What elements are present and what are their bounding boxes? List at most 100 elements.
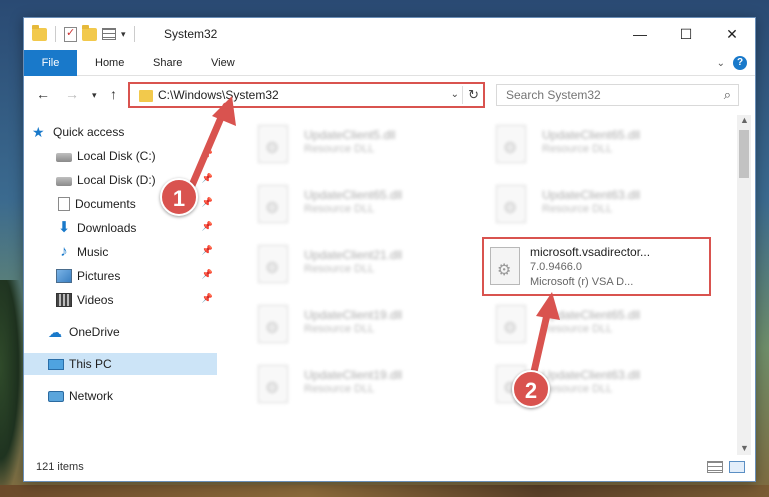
file-item[interactable]: UpdateClient63.dll Resource DLL: [482, 179, 702, 231]
maximize-button[interactable]: ☐: [663, 18, 709, 50]
file-name: UpdateClient21.dll: [304, 248, 403, 262]
pin-icon[interactable]: 📌: [202, 221, 213, 232]
sidebar-item-pictures[interactable]: Pictures 📌: [24, 265, 217, 287]
forward-arrow-icon[interactable]: →: [65, 86, 79, 102]
address-dropdown-icon[interactable]: ⌄: [451, 89, 459, 100]
dll-file-icon: [490, 247, 520, 285]
sidebar-item-label: Quick access: [53, 125, 125, 139]
scroll-down-icon[interactable]: ▼: [740, 443, 749, 453]
file-type: Resource DLL: [542, 203, 613, 215]
sidebar-item-onedrive[interactable]: ☁ OneDrive: [24, 321, 217, 343]
expand-ribbon-icon[interactable]: ⌄: [717, 58, 725, 69]
sidebar-item-label: Local Disk (C:): [77, 149, 156, 163]
sidebar-item-label: Documents: [75, 197, 136, 211]
scroll-up-icon[interactable]: ▲: [740, 115, 749, 125]
sidebar-item-label: Downloads: [77, 221, 137, 235]
search-box[interactable]: ⌕: [496, 84, 739, 106]
refresh-icon[interactable]: ↻: [468, 87, 479, 103]
view-icon[interactable]: [102, 28, 116, 40]
file-item[interactable]: UpdateClient19.dll Resource DLL: [244, 359, 464, 411]
back-arrow-icon[interactable]: ←: [36, 86, 50, 102]
file-item[interactable]: UpdateClient65.dll Resource DLL: [482, 119, 702, 171]
pin-icon[interactable]: 📌: [202, 245, 213, 256]
music-icon: ♪: [60, 243, 68, 260]
sidebar-item-network[interactable]: Network: [24, 385, 217, 407]
pin-icon[interactable]: 📌: [202, 149, 213, 160]
dll-file-icon: [496, 125, 526, 163]
search-icon[interactable]: ⌕: [724, 87, 731, 103]
customize-toolbar-icon[interactable]: ▾: [121, 29, 126, 40]
address-separator: [462, 86, 463, 104]
view-toggle: [707, 461, 745, 473]
drive-icon: [56, 177, 72, 186]
pin-icon[interactable]: 📌: [202, 293, 213, 304]
tab-share[interactable]: Share: [153, 50, 182, 76]
file-item[interactable]: UpdateClient19.dll Resource DLL: [244, 299, 464, 351]
sidebar-item-videos[interactable]: Videos 📌: [24, 289, 217, 311]
file-item[interactable]: UpdateClient5.dll Resource DLL: [244, 119, 464, 171]
sidebar-item-quick-access[interactable]: ★ Quick access: [32, 121, 225, 143]
details-view-icon[interactable]: [707, 461, 723, 473]
pin-icon[interactable]: 📌: [202, 197, 213, 208]
file-version: 7.0.9466.0: [530, 261, 582, 273]
vertical-scrollbar[interactable]: ▲ ▼: [737, 115, 751, 455]
tab-file[interactable]: File: [24, 50, 77, 76]
pictures-icon: [56, 269, 72, 283]
file-name: microsoft.vsadirector...: [530, 245, 651, 259]
documents-icon: [58, 197, 70, 211]
dll-file-icon: [258, 245, 288, 283]
tab-home[interactable]: Home: [95, 50, 124, 76]
file-type: Resource DLL: [304, 143, 375, 155]
search-input[interactable]: [506, 88, 706, 102]
highlighted-file-item[interactable]: microsoft.vsadirector... 7.0.9466.0 Micr…: [482, 237, 711, 296]
help-icon[interactable]: ?: [733, 56, 747, 70]
dll-file-icon: [258, 365, 288, 403]
sidebar-item-label: Network: [69, 389, 114, 403]
navigation-pane: ★ Quick access Local Disk (C:) 📌 Local D…: [24, 115, 217, 455]
large-icons-view-icon[interactable]: [729, 461, 745, 473]
file-type: Resource DLL: [542, 323, 613, 335]
file-name: UpdateClient65.dll: [542, 308, 641, 322]
sidebar-item-label: Pictures: [77, 269, 121, 283]
videos-icon: [56, 293, 72, 307]
download-icon: ⬇: [57, 219, 71, 236]
sidebar-item-downloads[interactable]: ⬇ Downloads 📌: [24, 217, 217, 239]
star-icon: ★: [32, 124, 45, 140]
address-path[interactable]: C:\Windows\System32: [158, 88, 279, 102]
computer-icon: [48, 359, 64, 370]
quick-access-toolbar: ▾: [32, 24, 138, 42]
file-item[interactable]: UpdateClient21.dll Resource DLL: [244, 239, 464, 291]
sidebar-item-music[interactable]: ♪ Music 📌: [24, 241, 217, 263]
file-name: UpdateClient65.dll: [542, 128, 641, 142]
file-item[interactable]: UpdateClient65.dll Resource DLL: [482, 299, 702, 351]
address-bar[interactable]: C:\Windows\System32 ⌄ ↻: [128, 82, 485, 108]
file-type: Resource DLL: [304, 203, 375, 215]
drive-icon: [56, 153, 72, 162]
dll-file-icon: [258, 305, 288, 343]
item-count: 121 items: [36, 461, 84, 473]
file-explorer-window: ▾ System32 — ☐ ✕ File Home Share View ⌄ …: [23, 17, 756, 482]
ribbon: File Home Share View ⌄ ?: [24, 50, 755, 76]
window-controls: — ☐ ✕: [617, 18, 755, 50]
file-type: Resource DLL: [542, 143, 613, 155]
toolbar-separator: [55, 26, 56, 42]
close-button[interactable]: ✕: [709, 18, 755, 50]
toolbar-separator: [133, 26, 135, 42]
sidebar-item-label: Videos: [77, 293, 114, 307]
properties-icon[interactable]: [64, 26, 77, 42]
sidebar-item-label: Local Disk (D:): [77, 173, 156, 187]
recent-locations-icon[interactable]: ▾: [92, 90, 97, 101]
new-folder-icon[interactable]: [82, 24, 97, 41]
file-item[interactable]: UpdateClient65.dll Resource DLL: [244, 179, 464, 231]
file-name: UpdateClient63.dll: [542, 188, 641, 202]
tab-view[interactable]: View: [211, 50, 235, 76]
cloud-icon: ☁: [48, 324, 62, 340]
minimize-button[interactable]: —: [617, 18, 663, 50]
sidebar-item-this-pc[interactable]: This PC: [24, 353, 217, 375]
sidebar-item-local-disk-c[interactable]: Local Disk (C:) 📌: [24, 145, 217, 167]
up-arrow-icon[interactable]: ↑: [110, 86, 117, 102]
scroll-thumb[interactable]: [739, 130, 749, 178]
pin-icon[interactable]: 📌: [202, 173, 213, 184]
pin-icon[interactable]: 📌: [202, 269, 213, 280]
file-name: UpdateClient65.dll: [304, 188, 403, 202]
